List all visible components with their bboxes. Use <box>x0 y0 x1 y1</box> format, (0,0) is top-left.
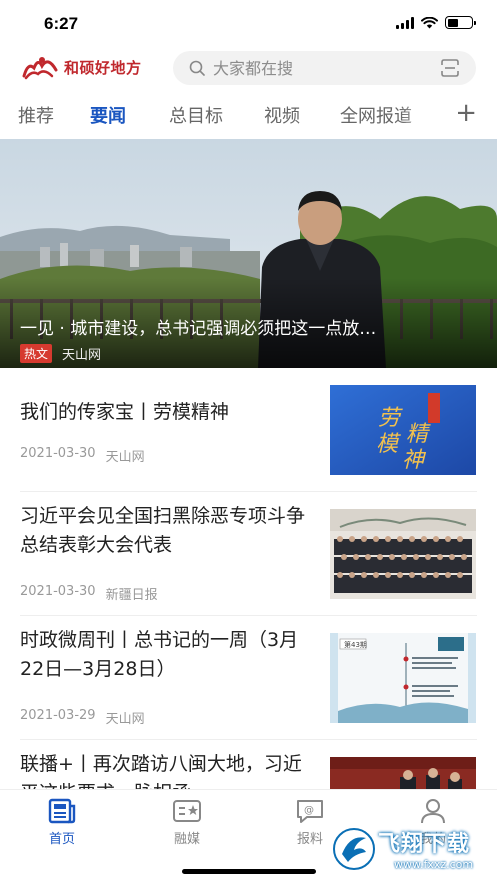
news-title[interactable]: 习近平会见全国扫黑除恶专项斗争总结表彰大会代表 <box>20 502 310 560</box>
nav-home[interactable]: 首页 <box>32 798 92 847</box>
nav-label: 首页 <box>48 832 75 847</box>
thumb-char: 劳 <box>378 406 403 431</box>
weekly-digest-image: 第43期 <box>330 633 476 723</box>
search-bar[interactable] <box>173 51 476 85</box>
search-input[interactable] <box>213 51 413 85</box>
news-item[interactable]: 我们的传家宝丨劳模精神 2021-03-30 天山网 劳 模 精 神 <box>0 368 497 492</box>
nav-label: 报料 <box>296 832 323 847</box>
status-icons <box>396 16 476 29</box>
news-icon <box>48 798 76 824</box>
tab-goals[interactable]: 总目标 <box>169 102 223 128</box>
news-thumbnail[interactable]: 劳 模 精 神 <box>330 385 476 475</box>
news-title[interactable]: 我们的传家宝丨劳模精神 <box>20 398 310 427</box>
wifi-icon <box>421 16 438 28</box>
add-channel-button[interactable]: + <box>455 98 477 128</box>
watermark-text: 飞翔下载 <box>378 832 471 857</box>
scan-icon[interactable] <box>440 59 460 77</box>
battery-level <box>447 18 458 27</box>
news-source: 天山网 <box>105 450 145 465</box>
news-meta: 2021-03-29 天山网 <box>20 708 145 727</box>
hot-badge: 热文 <box>20 344 53 363</box>
thumb-char: 神 <box>402 448 427 473</box>
thumb-char: 模 <box>376 432 401 457</box>
nav-media[interactable]: 融媒 <box>157 798 217 847</box>
logo-mark-icon <box>22 57 58 80</box>
tab-headlines[interactable]: 要闻 <box>90 102 126 128</box>
channel-tabs: 推荐 要闻 总目标 视频 全网报道 + <box>0 96 497 136</box>
app-logo[interactable]: 和硕好地方 <box>22 54 142 80</box>
news-date: 2021-03-29 <box>20 708 96 723</box>
nav-report[interactable]: @ 报料 <box>280 798 340 847</box>
app-logo-text: 和硕好地方 <box>64 58 142 77</box>
news-item[interactable]: 习近平会见全国扫黑除恶专项斗争总结表彰大会代表 2021-03-30 新疆日报 <box>0 492 497 616</box>
watermark-logo-icon <box>333 828 375 870</box>
news-thumbnail[interactable]: 第43期 <box>330 633 476 723</box>
news-date: 2021-03-30 <box>20 446 96 461</box>
svg-text:@: @ <box>304 805 314 816</box>
tab-video[interactable]: 视频 <box>264 102 300 128</box>
tab-recommend[interactable]: 推荐 <box>18 102 54 128</box>
thumb-issue: 第43期 <box>344 640 367 649</box>
news-meta: 2021-03-30 新疆日报 <box>20 584 158 603</box>
battery-icon <box>445 16 476 29</box>
signal-icon <box>396 16 414 29</box>
hero-article[interactable]: 一见 · 城市建设，总书记强调必须把这一点放… 热文 天山网 <box>0 139 497 368</box>
news-meta: 2021-03-30 天山网 <box>20 446 145 465</box>
home-indicator[interactable] <box>182 869 316 874</box>
app-header: 和硕好地方 <box>0 46 497 90</box>
report-icon: @ <box>297 800 323 823</box>
group-photo-image <box>330 509 476 599</box>
thumb-char: 精 <box>406 422 431 447</box>
status-time: 6:27 <box>44 14 79 33</box>
news-source: 天山网 <box>105 712 145 727</box>
site-watermark: 飞翔下载 www.fxxz.com <box>332 820 492 880</box>
news-item[interactable]: 时政微周刊丨总书记的一周（3月22日—3月28日） 2021-03-29 天山网… <box>0 616 497 740</box>
search-icon <box>189 60 205 76</box>
news-title[interactable]: 时政微周刊丨总书记的一周（3月22日—3月28日） <box>20 626 310 684</box>
hero-title[interactable]: 一见 · 城市建设，总书记强调必须把这一点放… <box>20 314 480 339</box>
watermark-url: www.fxxz.com <box>394 858 474 871</box>
media-icon <box>173 800 201 822</box>
news-thumbnail[interactable] <box>330 509 476 599</box>
tab-fade <box>400 96 440 136</box>
news-date: 2021-03-30 <box>20 584 96 599</box>
status-bar: 6:27 <box>0 0 497 44</box>
hero-meta: 热文 天山网 <box>20 344 101 363</box>
nav-label: 融媒 <box>173 832 200 847</box>
labor-model-image: 劳 模 精 神 <box>330 385 476 475</box>
hero-source: 天山网 <box>62 348 102 363</box>
news-source: 新疆日报 <box>105 588 158 603</box>
